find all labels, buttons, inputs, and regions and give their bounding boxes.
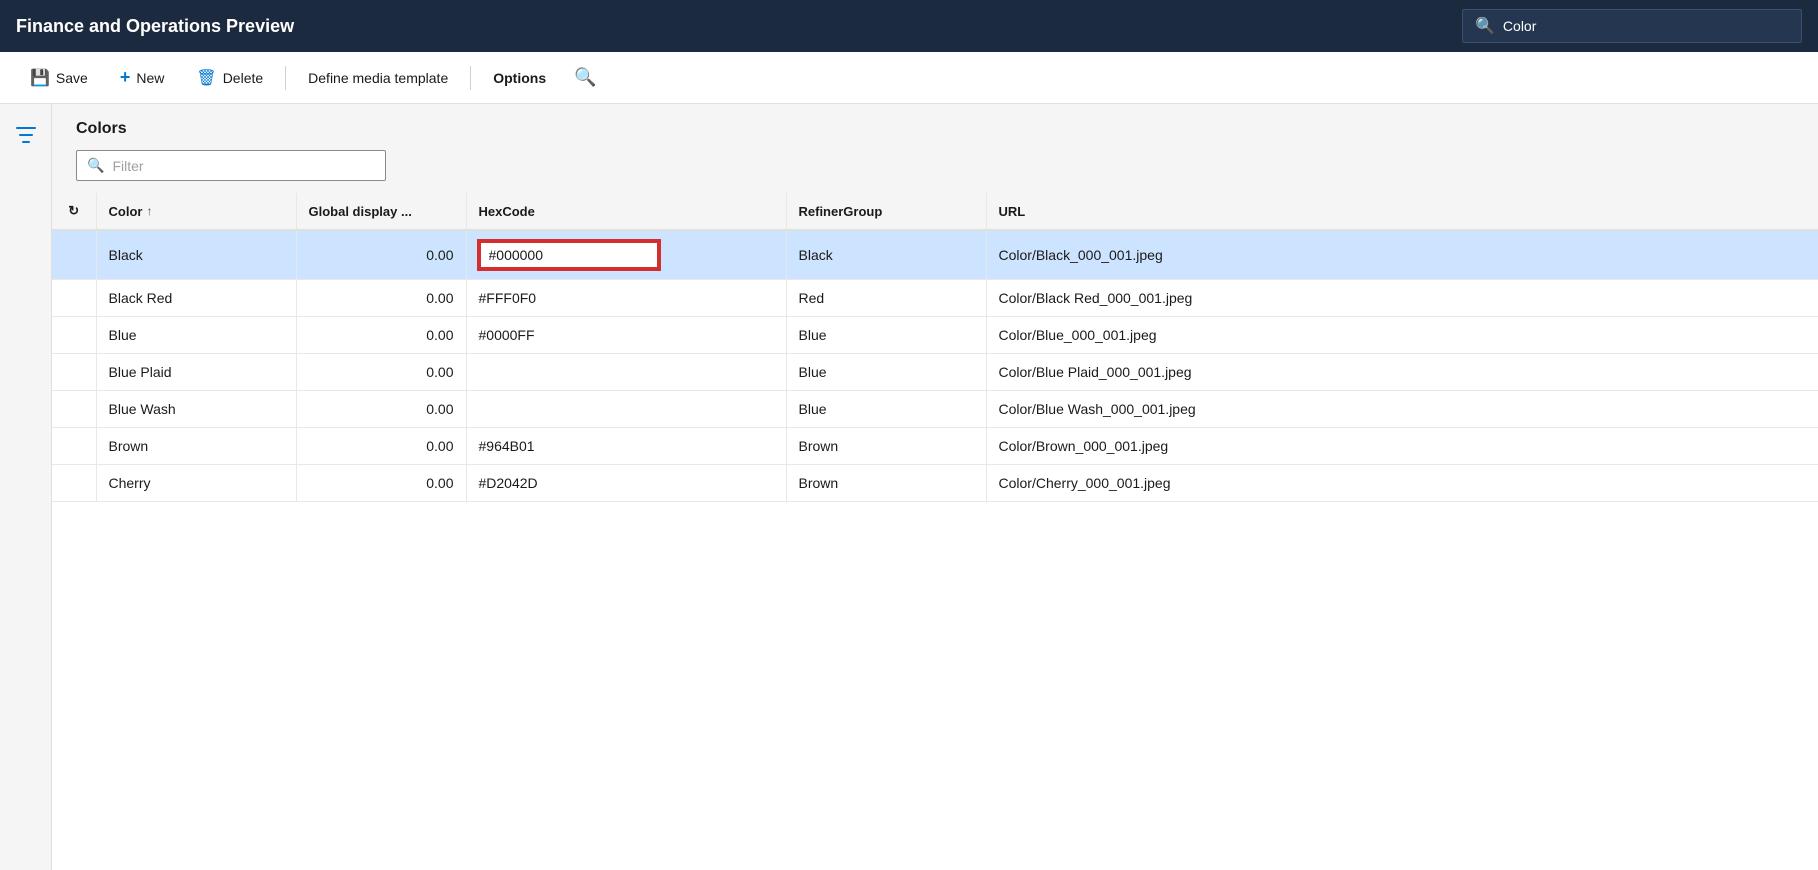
cell-global-display: 0.00 (296, 391, 466, 428)
cell-global-display: 0.00 (296, 317, 466, 354)
cell-hexcode: #964B01 (466, 428, 786, 465)
search-icon: 🔍 (1475, 16, 1495, 36)
cell-color: Black (96, 230, 296, 280)
row-indicator (52, 317, 96, 354)
cell-color: Blue (96, 317, 296, 354)
toolbar-search-button[interactable]: 🔍 (564, 59, 606, 96)
cell-global-display: 0.00 (296, 230, 466, 280)
th-refresh: ↻ (52, 193, 96, 230)
save-icon: 💾 (30, 68, 50, 88)
table-row[interactable]: Blue0.00#0000FFBlueColor/Blue_000_001.jp… (52, 317, 1818, 354)
th-hexcode: HexCode (466, 193, 786, 230)
delete-icon: 🗑 (196, 68, 216, 88)
cell-global-display: 0.00 (296, 354, 466, 391)
cell-url: Color/Cherry_000_001.jpeg (986, 465, 1818, 502)
sort-arrow-icon: ↑ (146, 204, 152, 218)
th-refiner-group: RefinerGroup (786, 193, 986, 230)
options-button[interactable]: Options (479, 62, 560, 94)
cell-refiner-group: Brown (786, 428, 986, 465)
table-row[interactable]: Black Red0.00#FFF0F0RedColor/Black Red_0… (52, 280, 1818, 317)
table-row[interactable]: Blue Wash0.00 BlueColor/Blue Wash_000_001… (52, 391, 1818, 428)
cell-hexcode (466, 391, 786, 428)
filter-input[interactable] (112, 158, 375, 174)
row-indicator (52, 428, 96, 465)
cell-url: Color/Black Red_000_001.jpeg (986, 280, 1818, 317)
plus-icon: + (120, 67, 131, 88)
cell-url: Color/Blue_000_001.jpeg (986, 317, 1818, 354)
define-media-template-button[interactable]: Define media template (294, 62, 462, 94)
filter-input-wrap[interactable]: 🔍 (76, 150, 386, 181)
refresh-icon[interactable]: ↻ (68, 203, 79, 218)
cell-url: Color/Brown_000_001.jpeg (986, 428, 1818, 465)
cell-refiner-group: Blue (786, 391, 986, 428)
colors-table: ↻ Color ↑ Global display ... Hex (52, 193, 1818, 502)
cell-color: Black Red (96, 280, 296, 317)
content-panel: Colors 🔍 ↻ Color ↑ (52, 104, 1818, 870)
cell-color: Blue Plaid (96, 354, 296, 391)
panel-title: Colors (76, 120, 1794, 138)
cell-refiner-group: Blue (786, 317, 986, 354)
th-color: Color ↑ (96, 193, 296, 230)
global-search[interactable]: 🔍 (1462, 9, 1802, 43)
search-input[interactable] (1503, 18, 1789, 34)
data-table: ↻ Color ↑ Global display ... Hex (52, 193, 1818, 870)
main-content: Colors 🔍 ↻ Color ↑ (0, 104, 1818, 870)
cell-color: Brown (96, 428, 296, 465)
cell-refiner-group: Red (786, 280, 986, 317)
cell-refiner-group: Blue (786, 354, 986, 391)
cell-color: Cherry (96, 465, 296, 502)
cell-refiner-group: Black (786, 230, 986, 280)
th-global-display: Global display ... (296, 193, 466, 230)
cell-hexcode: #0000FF (466, 317, 786, 354)
toolbar-divider-1 (285, 66, 286, 90)
cell-global-display: 0.00 (296, 428, 466, 465)
cell-color: Blue Wash (96, 391, 296, 428)
row-indicator (52, 391, 96, 428)
toolbar: 💾 Save + New 🗑 Delete Define media templ… (0, 52, 1818, 104)
app-title: Finance and Operations Preview (16, 16, 1462, 37)
row-indicator (52, 280, 96, 317)
table-row[interactable]: Cherry0.00#D2042DBrownColor/Cherry_000_0… (52, 465, 1818, 502)
cell-url: Color/Blue Wash_000_001.jpeg (986, 391, 1818, 428)
cell-refiner-group: Brown (786, 465, 986, 502)
cell-url: Color/Black_000_001.jpeg (986, 230, 1818, 280)
table-row[interactable]: Black0.00BlackColor/Black_000_001.jpeg (52, 230, 1818, 280)
cell-hexcode[interactable] (466, 230, 786, 280)
delete-button[interactable]: 🗑 Delete (182, 60, 277, 96)
filter-search-icon: 🔍 (87, 157, 104, 174)
toolbar-divider-2 (470, 66, 471, 90)
cell-url: Color/Blue Plaid_000_001.jpeg (986, 354, 1818, 391)
cell-hexcode (466, 354, 786, 391)
cell-hexcode: #D2042D (466, 465, 786, 502)
row-indicator (52, 354, 96, 391)
cell-global-display: 0.00 (296, 280, 466, 317)
th-url: URL (986, 193, 1818, 230)
row-indicator (52, 230, 96, 280)
toolbar-search-icon: 🔍 (574, 67, 596, 88)
table-row[interactable]: Blue Plaid0.00 BlueColor/Blue Plaid_000_0… (52, 354, 1818, 391)
panel-header: Colors 🔍 (52, 104, 1818, 193)
table-header-row: ↻ Color ↑ Global display ... Hex (52, 193, 1818, 230)
filter-icon[interactable] (15, 124, 37, 152)
left-sidebar (0, 104, 52, 870)
new-button[interactable]: + New (106, 59, 179, 96)
cell-hexcode: #FFF0F0 (466, 280, 786, 317)
cell-global-display: 0.00 (296, 465, 466, 502)
row-indicator (52, 465, 96, 502)
table-row[interactable]: Brown0.00#964B01BrownColor/Brown_000_001… (52, 428, 1818, 465)
hexcode-input[interactable] (479, 241, 659, 269)
save-button[interactable]: 💾 Save (16, 60, 102, 96)
top-bar: Finance and Operations Preview 🔍 (0, 0, 1818, 52)
